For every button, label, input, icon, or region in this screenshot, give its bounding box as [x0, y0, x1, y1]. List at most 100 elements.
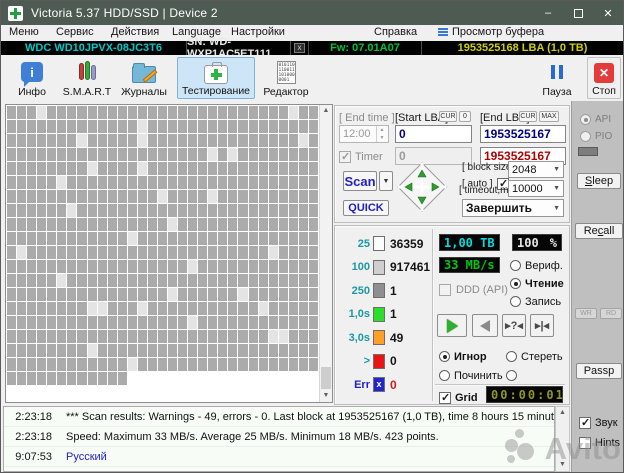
info-button[interactable]: i Инфо	[9, 57, 55, 99]
seek-end-button[interactable]: ▸|◂	[530, 314, 554, 337]
scan-block	[77, 288, 86, 301]
scan-block	[208, 246, 217, 259]
timeout-select[interactable]: 10000▼	[508, 180, 564, 197]
scan-block	[47, 120, 56, 133]
scan-block	[7, 344, 16, 357]
after-scan-action-select[interactable]: Завершить▼	[462, 199, 564, 217]
end-lba-input[interactable]: 1953525167	[480, 125, 566, 143]
log-row[interactable]: 2:23:18Speed: Maximum 33 MB/s. Average 2…	[4, 427, 554, 447]
log-scroll-down-icon[interactable]: ▼	[556, 459, 569, 471]
smart-button[interactable]: S.M.A.R.T	[59, 57, 115, 99]
menu-item-help[interactable]: Справка	[374, 26, 417, 38]
scan-block	[7, 120, 16, 133]
scan-block	[279, 148, 288, 161]
wr-button[interactable]: WR	[575, 308, 597, 319]
step-back-button[interactable]	[472, 314, 498, 337]
scan-block	[77, 344, 86, 357]
menu-item-service[interactable]: Сервис	[56, 26, 94, 38]
ignore-radio[interactable]: Игнор	[439, 348, 487, 366]
scan-block	[77, 190, 86, 203]
test-button[interactable]: Тестирование	[177, 57, 255, 99]
api-radio[interactable]: API	[580, 111, 611, 129]
scan-block	[57, 176, 66, 189]
verify-radio[interactable]: Вериф.	[510, 257, 563, 275]
scan-block	[178, 106, 187, 119]
scroll-down-icon[interactable]: ▼	[320, 390, 332, 402]
end-lba-cur-button[interactable]: CUR	[519, 111, 537, 122]
scan-block	[249, 134, 258, 147]
scan-block	[88, 148, 97, 161]
repair-radio[interactable]: Починить	[439, 367, 503, 385]
recall-button[interactable]: Recall	[575, 223, 623, 239]
passp-button[interactable]: Passp	[576, 363, 622, 379]
scan-block	[37, 302, 46, 315]
scan-block	[218, 288, 227, 301]
scan-block	[269, 330, 278, 343]
scan-block	[57, 330, 66, 343]
write-radio[interactable]: Запись	[510, 293, 561, 311]
grid-scroll-thumb[interactable]	[321, 367, 331, 389]
scroll-up-icon[interactable]: ▲	[320, 105, 332, 117]
quick-button[interactable]: QUICK	[343, 200, 389, 216]
scan-block	[118, 134, 127, 147]
end-time-spinner[interactable]: 12:00▲▼	[339, 125, 389, 143]
grid-scrollbar[interactable]: ▲ ▼	[319, 105, 332, 402]
log-row[interactable]: 9:07:53Русский	[4, 447, 554, 467]
log-row[interactable]: 2:23:18*** Scan results: Warnings - 49, …	[4, 407, 554, 427]
menu-item-actions[interactable]: Действия	[111, 26, 159, 38]
menu-item-buffer-view[interactable]: Просмотр буфера	[452, 26, 544, 38]
scan-block	[37, 358, 46, 371]
scan-block	[37, 134, 46, 147]
minimize-button[interactable]: –	[533, 1, 563, 25]
erase-radio[interactable]: Стереть	[506, 348, 563, 366]
log-scrollbar[interactable]: ▲ ▼	[555, 406, 570, 472]
scan-block	[228, 106, 237, 119]
sleep-button[interactable]: Sleep	[577, 173, 621, 189]
block-size-select[interactable]: 2048▼	[508, 161, 564, 178]
sound-checkbox[interactable]: Звук	[579, 414, 618, 432]
start-lba-cur-button[interactable]: CUR	[439, 111, 457, 122]
scan-block	[138, 204, 147, 217]
scan-block	[309, 218, 318, 231]
ddd-checkbox[interactable]: DDD (API)	[439, 281, 508, 299]
start-lba-input[interactable]: 0	[395, 125, 472, 143]
editor-button[interactable]: 010110 110011 101000 0001 Редактор	[259, 57, 313, 99]
scan-block	[7, 232, 16, 245]
scan-block	[118, 274, 127, 287]
scan-block	[218, 162, 227, 175]
maximize-button[interactable]	[563, 1, 593, 25]
seek-diamond-pad[interactable]	[397, 162, 447, 212]
rd-button[interactable]: RD	[600, 308, 622, 319]
scan-block	[77, 106, 86, 119]
stop-button[interactable]: ✕ Стоп	[587, 57, 621, 99]
device-firmware: Fw: 07.01A07	[309, 41, 422, 55]
read-radio[interactable]: Чтение	[510, 275, 564, 293]
close-button[interactable]: ✕	[593, 1, 623, 25]
scan-block	[98, 176, 107, 189]
device-close-box[interactable]: x	[291, 41, 309, 55]
menu-item-menu[interactable]: Меню	[9, 26, 39, 38]
scan-block	[208, 204, 217, 217]
scan-block	[37, 176, 46, 189]
timer-checkbox[interactable]: Timer	[339, 148, 383, 166]
pio-radio[interactable]: PIO	[580, 128, 612, 146]
scan-block	[17, 218, 26, 231]
scan-block	[228, 134, 237, 147]
play-button[interactable]	[437, 314, 467, 337]
scan-block	[67, 302, 76, 315]
scan-dropdown-button[interactable]: ▼	[379, 171, 393, 191]
scan-block	[208, 176, 217, 189]
end-lba-max-button[interactable]: MAX	[539, 111, 559, 122]
scan-button[interactable]: Scan	[343, 171, 377, 191]
start-lba-zero-button[interactable]: 0	[459, 111, 471, 122]
scan-block	[57, 204, 66, 217]
scan-block	[27, 246, 36, 259]
logs-button[interactable]: Журналы	[117, 57, 171, 99]
hints-checkbox[interactable]: Hints	[579, 434, 620, 452]
log-scroll-up-icon[interactable]: ▲	[556, 407, 569, 419]
scan-block	[208, 148, 217, 161]
scan-block	[198, 106, 207, 119]
pause-button[interactable]: Пауза	[535, 57, 579, 99]
grid-checkbox[interactable]: Grid	[439, 389, 478, 407]
seek-random-button[interactable]: ▸?◂	[502, 314, 526, 337]
